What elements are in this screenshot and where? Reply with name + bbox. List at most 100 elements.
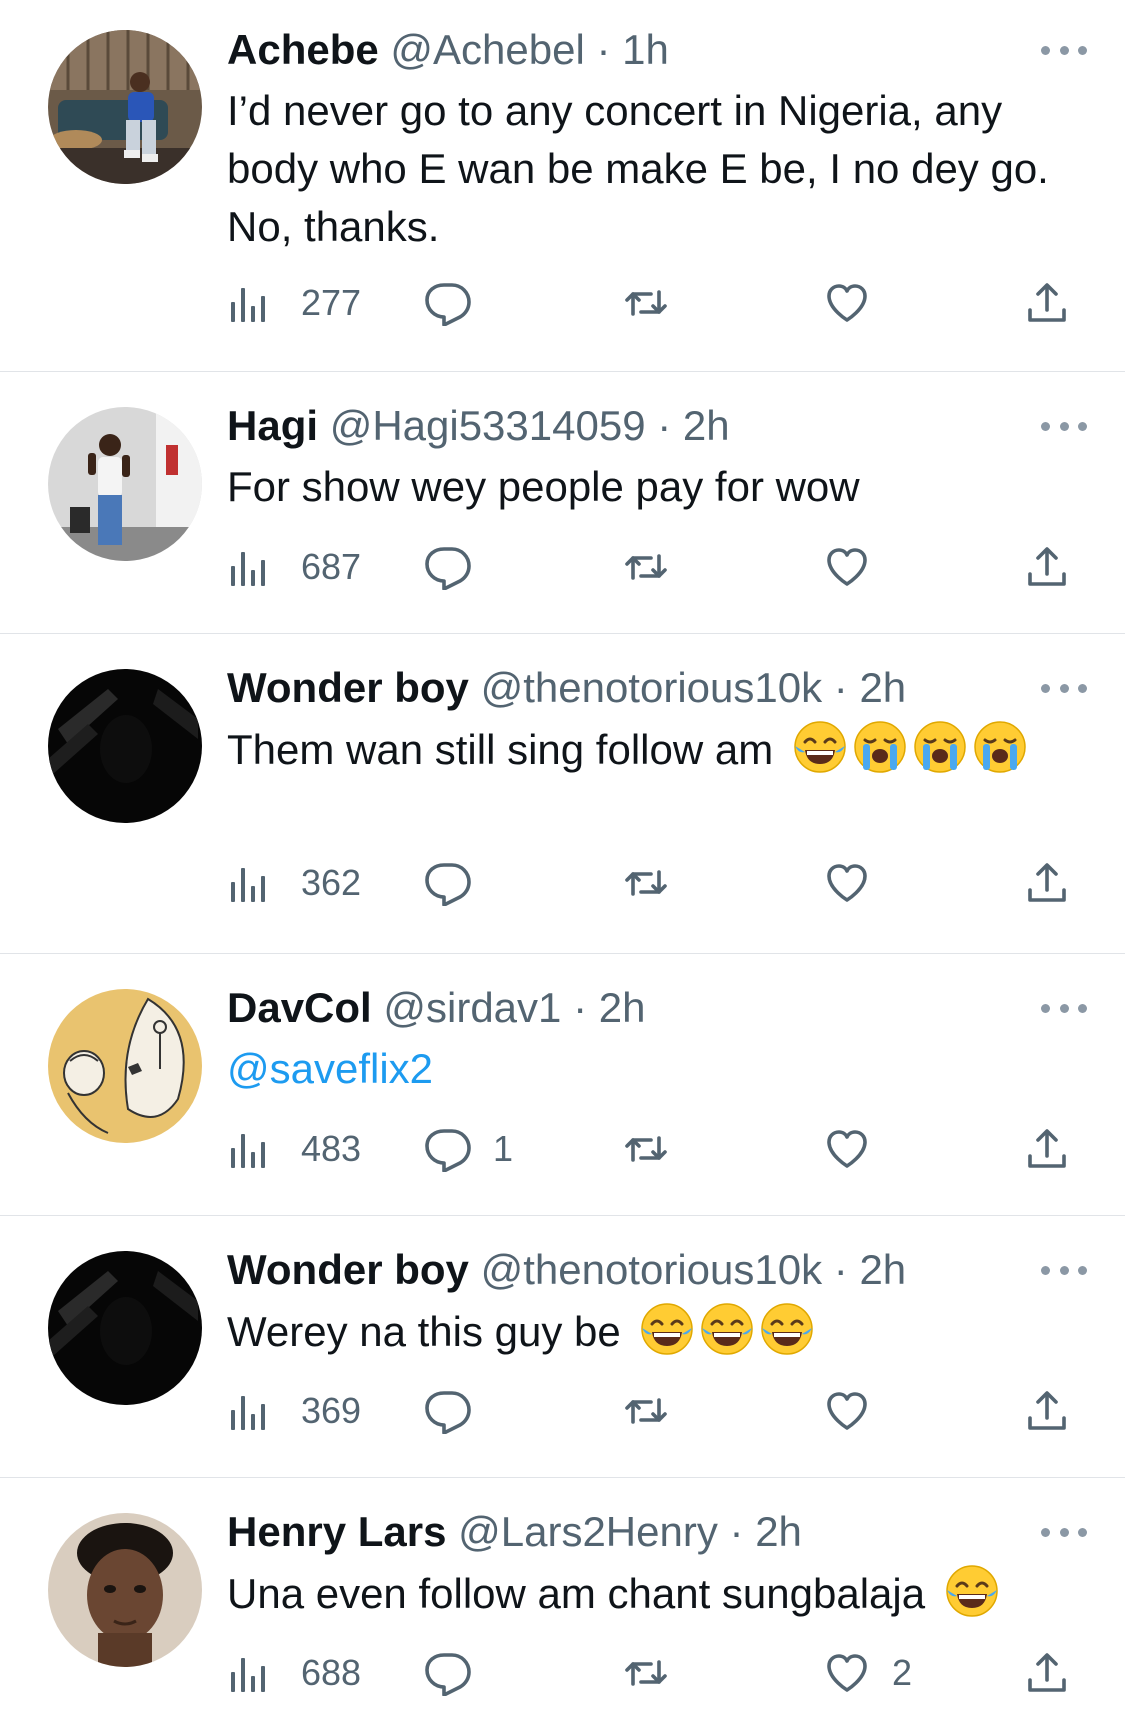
more-options-icon[interactable] [1041,1260,1087,1280]
share-button[interactable] [1024,1124,1070,1174]
heart-icon [824,860,870,906]
share-button[interactable] [1024,1386,1070,1436]
retweet-button[interactable] [623,1124,669,1174]
views-count: 687 [301,546,362,587]
share-button[interactable] [1024,1648,1070,1698]
display-name[interactable]: Achebe [227,26,379,73]
tweet-text-body: Una even follow am chant sungbalaja [227,1570,926,1617]
user-handle[interactable]: @Hagi53314059 [330,402,646,449]
more-options-icon[interactable] [1041,1522,1087,1542]
share-icon [1024,544,1070,590]
reply-button[interactable]: 1 [425,1124,513,1174]
retweet-button[interactable] [623,1648,669,1698]
share-button[interactable] [1024,858,1070,908]
reply-button[interactable] [425,1648,493,1698]
retweet-button[interactable] [623,278,669,328]
like-button[interactable] [824,1386,892,1436]
avatar[interactable] [48,1513,202,1667]
avatar[interactable] [48,30,202,184]
more-options-icon[interactable] [1041,998,1087,1018]
mention-link[interactable]: @saveflix2 [227,1045,433,1092]
reply-icon [425,860,471,906]
display-name[interactable]: Henry Lars [227,1508,446,1555]
tweet-text-body: Them wan still sing follow am [227,726,774,773]
views-icon [227,1650,273,1696]
views-icon [227,544,273,590]
user-handle[interactable]: @thenotorious10k [481,1246,823,1293]
retweet-icon [623,1126,669,1172]
tweet-header: DavCol @sirdav1 · 2h [227,980,1085,1036]
like-button[interactable] [824,278,892,328]
timestamp[interactable]: 2h [599,984,646,1031]
user-handle[interactable]: @sirdav1 [383,984,561,1031]
tweet-header: Wonder boy @thenotorious10k · 2h [227,660,1085,716]
retweet-button[interactable] [623,858,669,908]
tweet[interactable]: Wonder boy @thenotorious10k · 2h Them wa… [0,634,1125,954]
timestamp[interactable]: 2h [859,664,906,711]
tweet-text: For show wey people pay for wow [227,463,860,510]
timestamp[interactable]: 2h [683,402,730,449]
views-button[interactable]: 362 [227,858,361,908]
tweet-actions: 277 [227,278,1087,328]
avatar[interactable] [48,669,202,823]
share-button[interactable] [1024,278,1070,328]
display-name[interactable]: Hagi [227,402,318,449]
tweet[interactable]: Achebe @Achebel · 1h I’d never go to any… [0,0,1125,372]
display-name[interactable]: DavCol [227,984,372,1031]
avatar[interactable] [48,1251,202,1405]
retweet-icon [623,544,669,590]
tweet-actions: 483 1 [227,1124,1087,1174]
heart-icon [824,1126,870,1172]
loudly-crying-emoji-icon [913,720,967,774]
user-handle[interactable]: @Lars2Henry [458,1508,718,1555]
retweet-button[interactable] [623,1386,669,1436]
avatar[interactable] [48,407,202,561]
like-button[interactable] [824,1124,892,1174]
tweet[interactable]: Wonder boy @thenotorious10k · 2h Werey n… [0,1216,1125,1478]
tweet[interactable]: Henry Lars @Lars2Henry · 2h Una even fol… [0,1478,1125,1708]
tweet[interactable]: Hagi @Hagi53314059 · 2h For show wey peo… [0,372,1125,634]
share-button[interactable] [1024,542,1070,592]
retweet-button[interactable] [623,542,669,592]
views-button[interactable]: 483 [227,1124,361,1174]
heart-icon [824,280,870,326]
views-button[interactable]: 277 [227,278,361,328]
tweet[interactable]: DavCol @sirdav1 · 2h @saveflix2 483 1 [0,954,1125,1216]
views-button[interactable]: 369 [227,1386,361,1436]
reply-icon [425,1126,471,1172]
user-handle[interactable]: @Achebel [390,26,584,73]
reply-button[interactable] [425,1386,493,1436]
timestamp[interactable]: 2h [755,1508,802,1555]
share-icon [1024,1126,1070,1172]
timestamp[interactable]: 2h [859,1246,906,1293]
tweet-actions: 687 [227,542,1087,592]
views-count: 483 [301,1128,362,1169]
timestamp[interactable]: 1h [622,26,669,73]
avatar[interactable] [48,989,202,1143]
more-options-icon[interactable] [1041,416,1087,436]
more-options-icon[interactable] [1041,40,1087,60]
views-icon [227,1126,273,1172]
heart-icon [824,544,870,590]
views-button[interactable]: 688 [227,1648,361,1698]
reply-button[interactable] [425,858,493,908]
reply-button[interactable] [425,278,493,328]
tweet-header: Achebe @Achebel · 1h [227,22,1085,78]
views-button[interactable]: 687 [227,542,361,592]
like-button[interactable] [824,542,892,592]
separator-dot: · [657,402,672,449]
like-button[interactable] [824,858,892,908]
like-button[interactable]: 2 [824,1648,912,1698]
tweet-header: Henry Lars @Lars2Henry · 2h [227,1504,1085,1560]
retweet-icon [623,1650,669,1696]
retweet-icon [623,280,669,326]
reply-button[interactable] [425,542,493,592]
user-handle[interactable]: @thenotorious10k [481,664,823,711]
share-icon [1024,280,1070,326]
views-count: 362 [301,862,362,903]
views-icon [227,860,273,906]
display-name[interactable]: Wonder boy [227,664,469,711]
retweet-icon [623,860,669,906]
display-name[interactable]: Wonder boy [227,1246,469,1293]
more-options-icon[interactable] [1041,678,1087,698]
